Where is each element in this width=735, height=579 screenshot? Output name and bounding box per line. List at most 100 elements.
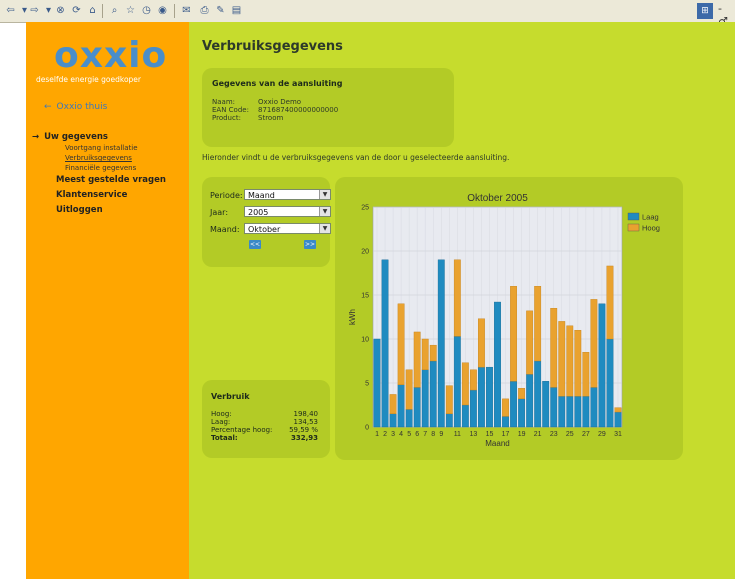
- bar-hoog: [478, 318, 485, 368]
- y-tick-label: 0: [365, 425, 369, 432]
- bar-hoog: [566, 325, 574, 397]
- discuss-icon[interactable]: ▤: [230, 4, 243, 17]
- bar-hoog: [502, 398, 509, 417]
- bar-laag: [502, 416, 509, 428]
- bar-laag: [389, 413, 397, 428]
- bar-laag: [566, 395, 574, 428]
- usage-hoog-label: Hoog:: [211, 410, 232, 418]
- period-select[interactable]: Maand ▼: [244, 189, 331, 200]
- name-label: Naam:: [212, 98, 235, 106]
- search-icon[interactable]: ⌕: [108, 4, 121, 17]
- print-icon[interactable]: ⎙: [198, 4, 211, 17]
- nav-meest-gestelde-vragen[interactable]: Meest gestelde vragen: [56, 175, 166, 185]
- nav-voortgang-installatie[interactable]: Voortgang installatie: [65, 144, 138, 152]
- forward-icon[interactable]: ⇨: [28, 4, 41, 17]
- bar-laag: [478, 366, 485, 428]
- year-label: Jaar:: [210, 208, 229, 217]
- next-month-button[interactable]: >>: [304, 240, 316, 249]
- media-icon[interactable]: ◉: [156, 4, 169, 17]
- bar-laag: [558, 395, 566, 428]
- bar-laag: [461, 404, 469, 428]
- ean-label: EAN Code:: [212, 106, 249, 114]
- windows-logo-icon: ⊞: [697, 3, 713, 19]
- bar-hoog: [429, 344, 437, 362]
- month-value: Oktober: [248, 225, 281, 234]
- usage-hoog-value: 198,40: [293, 410, 319, 418]
- oxxio-logo[interactable]: oxxio: [54, 36, 167, 76]
- x-tick-label: 19: [518, 431, 526, 438]
- usage-percentage-value: 59,59 %: [289, 426, 318, 434]
- bar-hoog: [574, 329, 582, 397]
- home-icon[interactable]: ⌂: [86, 4, 99, 17]
- x-tick-label: 25: [566, 431, 574, 438]
- history-icon[interactable]: ◷: [140, 4, 153, 17]
- bar-laag: [453, 336, 461, 428]
- month-label: Maand:: [210, 225, 240, 234]
- nav-financiele-gegevens[interactable]: Financiële gegevens: [65, 164, 136, 172]
- filter-panel: Periode: Maand ▼ Jaar: 2005 ▼ Maand: Oktob…: [202, 177, 331, 267]
- favorites-icon[interactable]: ☆: [124, 4, 137, 17]
- x-tick-label: 31: [614, 431, 622, 438]
- mail-icon[interactable]: ✉: [180, 4, 193, 17]
- bar-laag: [437, 259, 445, 428]
- prev-month-button[interactable]: <<: [249, 240, 261, 249]
- nav-klantenservice[interactable]: Klantenservice: [56, 190, 127, 200]
- back-arrow-icon: ←: [44, 102, 52, 112]
- edit-icon[interactable]: ✎: [214, 4, 227, 17]
- home-link[interactable]: ← Oxxio thuis: [44, 102, 107, 112]
- x-tick-label: 6: [415, 431, 419, 438]
- bar-hoog: [413, 331, 421, 388]
- year-select[interactable]: 2005 ▼: [244, 206, 331, 217]
- legend-swatch-hoog: [627, 223, 640, 232]
- bar-laag: [550, 387, 558, 428]
- year-value: 2005: [248, 208, 269, 217]
- bar-laag: [526, 373, 534, 428]
- bar-laag: [574, 395, 582, 428]
- bar-hoog: [445, 385, 453, 414]
- bar-hoog: [534, 285, 542, 362]
- refresh-icon[interactable]: ⟳: [70, 4, 83, 17]
- usage-laag-label: Laag:: [211, 418, 231, 426]
- y-tick-label: 25: [361, 205, 369, 212]
- bar-hoog: [510, 285, 517, 382]
- y-tick-label: 10: [361, 337, 369, 344]
- x-tick-label: 17: [502, 431, 510, 438]
- y-tick-label: 15: [361, 293, 369, 300]
- period-value: Maand: [248, 191, 275, 200]
- bar-laag: [494, 301, 501, 428]
- nav-uw-gegevens[interactable]: → Uw gegevens: [32, 132, 108, 142]
- x-axis-label: Maand: [485, 439, 509, 448]
- back-icon[interactable]: ⇦: [4, 4, 17, 17]
- sidebar: oxxio deselfde energie goedkoper ← Oxxio …: [26, 22, 189, 579]
- x-tick-label: 27: [582, 431, 590, 438]
- usage-laag-value: 134,53: [293, 418, 319, 426]
- connection-panel: Gegevens van de aansluiting Naam: EAN Co…: [202, 68, 454, 147]
- x-tick-label: 21: [534, 431, 542, 438]
- legend-label-laag: Laag: [642, 213, 659, 222]
- bar-hoog: [558, 321, 566, 397]
- bar-laag: [405, 409, 413, 428]
- stop-icon[interactable]: ⊗: [54, 4, 67, 17]
- nav-uw-gegevens-label: Uw gegevens: [44, 132, 108, 142]
- x-tick-label: 15: [486, 431, 494, 438]
- logo-tagline: deselfde energie goedkoper: [36, 75, 142, 84]
- x-tick-label: 8: [431, 431, 435, 438]
- bar-laag: [590, 387, 598, 428]
- usage-totaal-label: Totaal:: [211, 434, 238, 442]
- bar-laag: [373, 338, 381, 428]
- period-label: Periode:: [210, 191, 243, 200]
- bar-hoog: [614, 407, 622, 413]
- bar-laag: [510, 381, 517, 428]
- usage-chart: 05101520251 2 3 4 5 6 7 8 9 11 13 15 17 19 21 23 25 27 29 3…: [348, 193, 660, 448]
- nav-uitloggen[interactable]: Uitloggen: [56, 205, 103, 215]
- home-link-label: Oxxio thuis: [56, 102, 108, 112]
- main-content: Verbruiksgegevens Gegevens van de aanslu…: [189, 22, 735, 579]
- bar-hoog: [389, 394, 397, 415]
- bar-hoog: [469, 369, 477, 391]
- connection-heading: Gegevens van de aansluiting: [212, 79, 343, 88]
- nav-verbruiksgegevens[interactable]: Verbruiksgegevens: [65, 154, 132, 162]
- bar-hoog: [421, 338, 429, 370]
- month-select[interactable]: Oktober ▼: [244, 223, 331, 234]
- bar-laag: [582, 395, 590, 428]
- name-value: Oxxio Demo: [258, 98, 302, 106]
